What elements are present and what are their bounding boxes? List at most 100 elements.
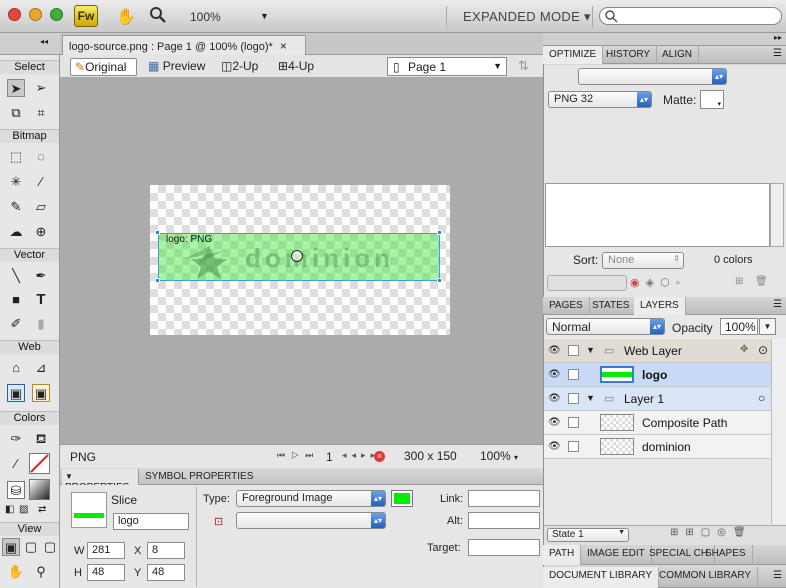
lock-checkbox[interactable] xyxy=(568,369,579,380)
scale-tool-icon[interactable]: ⧉ xyxy=(7,104,25,122)
minimize-window-icon[interactable] xyxy=(29,8,42,21)
view-4up-button[interactable]: ⊞4-Up xyxy=(274,58,318,76)
layer-row-web-layer[interactable]: 👁 ▼ ▭ Web Layer ✥ ⊙ xyxy=(544,339,771,363)
disclosure-triangle-icon[interactable]: ▼ xyxy=(586,345,595,355)
tab-common-library[interactable]: COMMON LIBRARY xyxy=(653,567,759,588)
fill-color-icon[interactable]: ⛁ xyxy=(7,481,25,499)
zoom-level[interactable]: 100% xyxy=(190,10,221,24)
lasso-tool-icon[interactable]: ◌ xyxy=(32,148,50,166)
stroke-color-swatch[interactable] xyxy=(29,453,50,474)
tab-layers[interactable]: LAYERS xyxy=(634,297,686,315)
close-window-icon[interactable] xyxy=(8,8,21,21)
width-field[interactable]: 281 xyxy=(87,542,125,559)
height-field[interactable]: 48 xyxy=(87,564,125,581)
line-tool-icon[interactable]: ╲ xyxy=(7,267,25,285)
new-bitmap-icon[interactable]: ▢ xyxy=(701,527,717,538)
new-sublayer-icon[interactable]: ⊞ xyxy=(670,527,685,538)
fill-color-swatch[interactable] xyxy=(29,479,50,500)
slice-tool-icon[interactable]: ⊿ xyxy=(32,359,50,377)
state-select[interactable]: State 1 ▼ xyxy=(547,528,629,542)
slice-type-select[interactable]: Foreground Image ▴▾ xyxy=(236,490,386,507)
lock-checkbox[interactable] xyxy=(568,417,579,428)
eye-icon[interactable]: 👁 xyxy=(548,417,561,428)
show-slices-icon[interactable]: ▣ xyxy=(32,384,50,402)
document-tab[interactable]: logo-source.png : Page 1 @ 100% (logo)* … xyxy=(62,35,306,55)
layers-scrollbar[interactable] xyxy=(771,339,786,524)
sort-select[interactable]: None ⇕ xyxy=(602,252,684,269)
optimize-preset-select[interactable]: ▴▾ xyxy=(578,68,727,85)
swap-colors-icon[interactable]: ⇄ xyxy=(38,504,46,515)
layer-row-logo[interactable]: 👁 logo xyxy=(544,363,771,387)
lock-checkbox[interactable] xyxy=(568,441,579,452)
eye-icon[interactable]: 👁 xyxy=(548,369,561,380)
add-mask-icon[interactable]: ◎ xyxy=(717,527,733,538)
zoom-tool-icon[interactable]: ⚲ xyxy=(32,563,50,581)
search-input[interactable] xyxy=(599,7,782,25)
eye-icon[interactable]: 👁 xyxy=(548,441,561,452)
pointer-tool-icon[interactable]: ➤ xyxy=(7,79,25,97)
delete-layer-icon[interactable]: 🗑 xyxy=(733,527,753,538)
tab-optimize[interactable]: OPTIMIZE xyxy=(543,46,604,64)
color-edit-field[interactable] xyxy=(547,275,627,291)
y-field[interactable]: 48 xyxy=(147,564,185,581)
link-behavior-select[interactable]: ▴▾ xyxy=(236,512,386,529)
full-screen-menu-mode-icon[interactable]: ▢ xyxy=(22,538,40,556)
knife-tool-icon[interactable]: ▮ xyxy=(32,315,50,333)
brush-tool-icon[interactable]: ⁄ xyxy=(32,173,50,191)
stroke-color-icon[interactable]: ⁄ xyxy=(7,455,25,473)
rubber-stamp-tool-icon[interactable]: ⊕ xyxy=(32,223,50,241)
page-select[interactable]: ▯ Page 1 ▼ xyxy=(387,57,507,76)
standard-screen-mode-icon[interactable]: ▣ xyxy=(2,538,20,556)
transparent-icon[interactable]: ◈ xyxy=(646,277,660,289)
color-wheel-icon[interactable]: ◉ xyxy=(630,277,646,289)
zoom-window-icon[interactable] xyxy=(50,8,63,21)
tab-path[interactable]: PATH xyxy=(543,545,582,565)
status-zoom[interactable]: 100% ▾ xyxy=(480,449,518,463)
layer-row-layer-1[interactable]: 👁 ▼ ▭ Layer 1 ○ xyxy=(544,387,771,411)
collapse-panel-icon[interactable]: ◂◂ xyxy=(40,37,48,46)
workspace-mode-switcher[interactable]: EXPANDED MODE ▾ xyxy=(463,9,591,25)
alt-field[interactable] xyxy=(468,512,540,529)
tab-symbol-properties[interactable]: SYMBOL PROPERTIES xyxy=(142,469,256,484)
zoom-dropdown-icon[interactable]: ▼ xyxy=(260,11,269,21)
crop-tool-icon[interactable]: ⌗ xyxy=(32,104,50,122)
layer-actions[interactable]: ⊞⊞▢◎🗑 xyxy=(670,527,753,538)
new-color-icon[interactable]: ⊞ xyxy=(735,276,743,287)
x-field[interactable]: 8 xyxy=(147,542,185,559)
eyedropper-tool-icon[interactable]: ✑ xyxy=(7,430,25,448)
subselection-tool-icon[interactable]: ➢ xyxy=(32,79,50,97)
layer-target-icon[interactable]: ○ xyxy=(758,391,765,405)
full-screen-mode-icon[interactable]: ▢ xyxy=(41,538,59,556)
color-table-scrollbar[interactable] xyxy=(770,183,784,247)
paint-bucket-tool-icon[interactable]: ⛾ xyxy=(32,430,50,448)
view-2up-button[interactable]: ◫2-Up xyxy=(217,58,262,76)
eraser-tool-icon[interactable]: ▱ xyxy=(32,198,50,216)
layer-row-composite-path[interactable]: 👁 Composite Path xyxy=(544,411,771,435)
view-original-button[interactable]: ✎Original xyxy=(70,58,137,76)
close-tab-icon[interactable]: × xyxy=(280,39,287,53)
selection-handle[interactable] xyxy=(437,278,442,283)
lock-checkbox[interactable] xyxy=(568,345,579,356)
hand-tool-icon[interactable]: ✋ xyxy=(116,7,136,27)
lock-color-icon[interactable]: ▫ xyxy=(676,277,686,289)
lock-checkbox[interactable] xyxy=(568,393,579,404)
link-field[interactable] xyxy=(468,490,540,507)
slice-color-picker[interactable] xyxy=(391,490,413,507)
first-frame-icon[interactable]: ⏮ xyxy=(277,450,291,460)
blend-mode-select[interactable]: Normal ▴▾ xyxy=(546,318,665,335)
slice-name-field[interactable]: logo xyxy=(113,513,189,530)
hand-tool-icon[interactable]: ✋ xyxy=(7,563,25,581)
tab-history[interactable]: HISTORY xyxy=(600,46,658,64)
prev-frame-icon[interactable]: ◂◂ xyxy=(342,450,361,460)
zoom-tool-icon[interactable] xyxy=(150,7,166,26)
link-behavior-icon[interactable]: ⊡ xyxy=(214,515,223,528)
color-table[interactable] xyxy=(545,183,770,247)
selection-handle[interactable] xyxy=(155,278,160,283)
selection-handle[interactable] xyxy=(155,230,160,235)
opacity-slider-icon[interactable]: ▼ xyxy=(759,318,776,335)
tab-properties[interactable]: ▼ PROPERTIES xyxy=(62,469,139,493)
new-layer-icon[interactable]: ⊞ xyxy=(685,527,700,538)
panel-menu-icon[interactable]: ☰ xyxy=(773,570,782,581)
view-preview-button[interactable]: ▦ Preview xyxy=(144,58,209,76)
tab-pages[interactable]: PAGES xyxy=(543,297,590,315)
